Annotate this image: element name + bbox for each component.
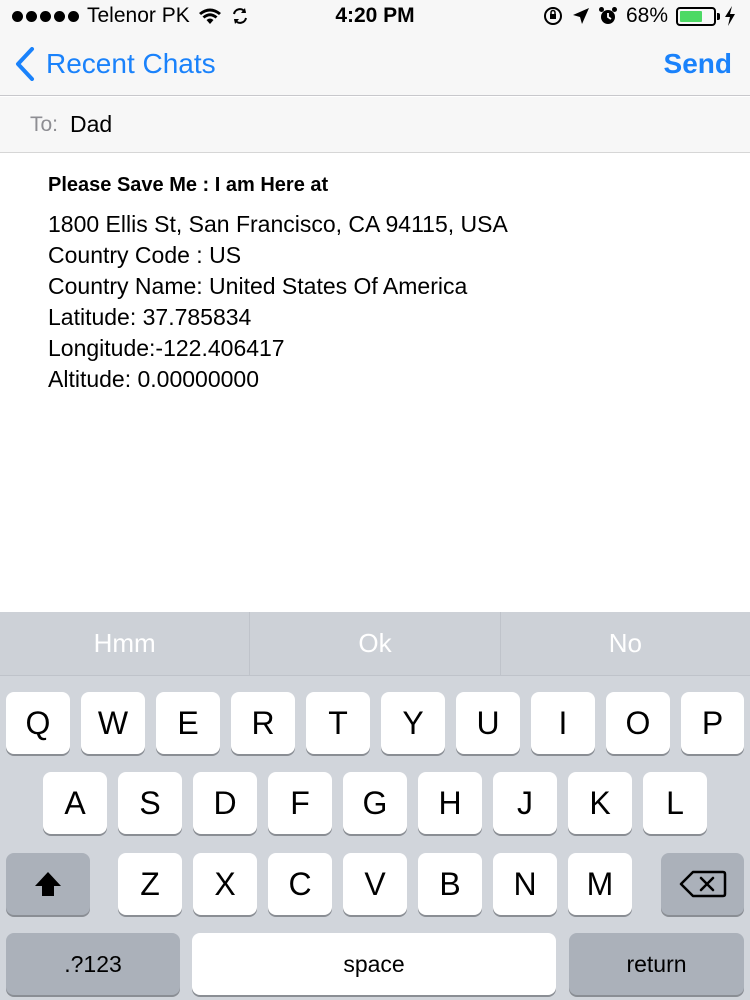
status-bar: Telenor PK 4:20 PM 68% [0,0,750,32]
key-g[interactable]: G [343,772,407,834]
shift-arrow-icon [35,872,61,896]
key-r[interactable]: R [231,692,295,754]
battery-icon [676,6,720,26]
sync-icon [232,8,247,24]
to-label: To: [30,112,59,136]
alarm-icon [598,7,617,24]
key-h[interactable]: H [418,772,482,834]
chevron-left-icon [16,47,34,81]
key-i[interactable]: I [531,692,595,754]
key-l[interactable]: L [643,772,707,834]
message-title: Please Save Me : I am Here at [48,174,329,196]
back-button-label: Recent Chats [46,48,216,79]
message-line-altitude: Altitude: 0.00000000 [48,366,260,392]
suggestion-bar: Hmm Ok No [0,612,750,676]
key-b[interactable]: B [418,853,482,915]
key-m[interactable]: M [568,853,632,915]
message-line-country-name: Country Name: United States Of America [48,273,468,299]
recipient-name[interactable]: Dad [70,111,112,138]
battery-fill [680,10,702,22]
key-d[interactable]: D [193,772,257,834]
message-body[interactable]: Please Save Me : I am Here at 1800 Ellis… [48,174,728,395]
delete-key[interactable] [661,853,744,915]
key-e[interactable]: E [156,692,220,754]
shift-key[interactable] [6,853,90,915]
key-x[interactable]: X [193,853,257,915]
status-time: 4:20 PM [335,4,415,27]
key-n[interactable]: N [493,853,557,915]
key-j[interactable]: J [493,772,557,834]
space-key[interactable]: space [192,933,556,995]
send-button[interactable]: Send [664,44,732,84]
recipient-field[interactable]: To: Dad [0,97,750,153]
carrier-name: Telenor PK [87,4,190,27]
location-arrow-icon [572,8,589,24]
key-c[interactable]: C [268,853,332,915]
message-line-latitude: Latitude: 37.785834 [48,304,252,330]
back-button[interactable]: Recent Chats [14,44,216,84]
message-line-country-code: Country Code : US [48,242,242,268]
battery-percent: 68% [625,4,668,27]
suggestion-2[interactable]: Ok [249,612,499,675]
charging-bolt-icon [725,6,735,26]
keyboard: Hmm Ok No Q W E R T Y U I O P A S D F G … [0,612,750,1000]
message-line-longitude: Longitude:-122.406417 [48,335,285,361]
suggestion-1[interactable]: Hmm [0,612,249,675]
signal-strength-icon [12,10,79,22]
key-t[interactable]: T [306,692,370,754]
key-o[interactable]: O [606,692,670,754]
key-k[interactable]: K [568,772,632,834]
status-right: 68% [542,4,736,28]
key-u[interactable]: U [456,692,520,754]
key-p[interactable]: P [681,692,744,754]
numbers-key[interactable]: .?123 [6,933,180,995]
navigation-bar: Recent Chats Send [0,32,750,96]
message-line-address: 1800 Ellis St, San Francisco, CA 94115, … [48,211,508,237]
key-q[interactable]: Q [6,692,70,754]
return-key[interactable]: return [569,933,744,995]
status-left: Telenor PK [12,4,250,28]
key-s[interactable]: S [118,772,182,834]
key-z[interactable]: Z [118,853,182,915]
suggestion-3[interactable]: No [499,612,750,675]
orientation-lock-icon [543,7,562,25]
key-w[interactable]: W [81,692,145,754]
key-a[interactable]: A [43,772,107,834]
wifi-icon [198,8,221,24]
key-y[interactable]: Y [381,692,445,754]
key-v[interactable]: V [343,853,407,915]
backspace-icon [679,870,726,898]
key-f[interactable]: F [268,772,332,834]
